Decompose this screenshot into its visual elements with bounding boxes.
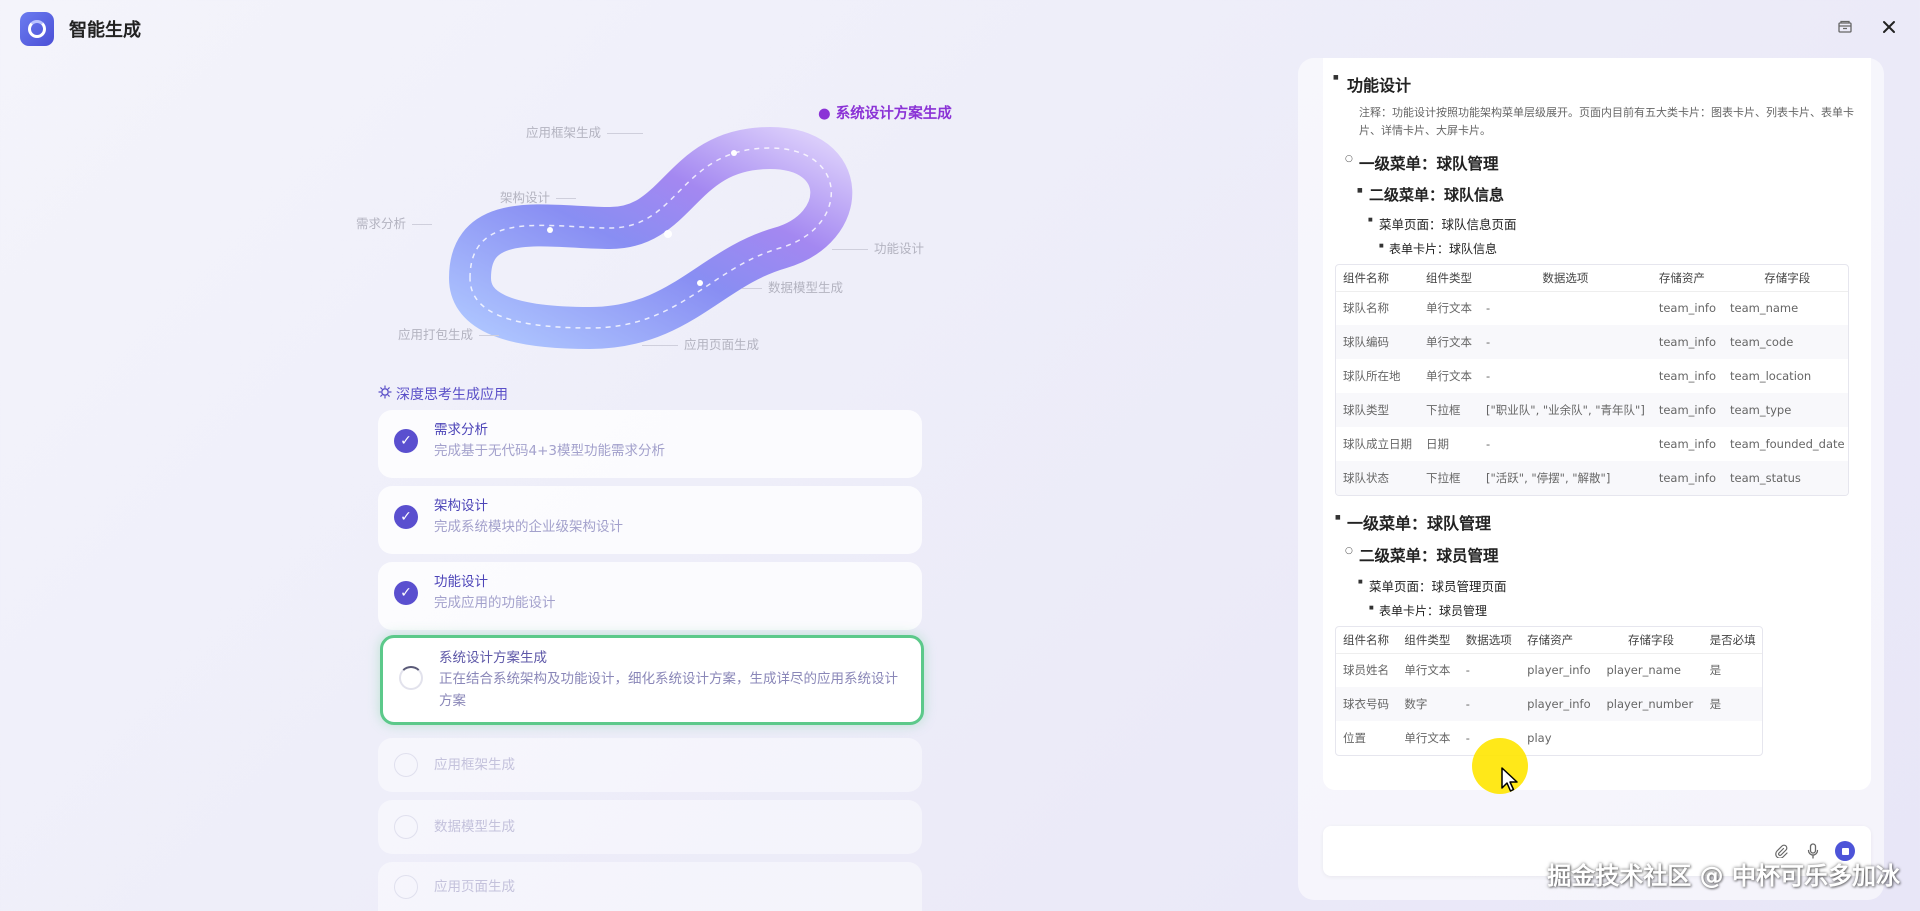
step-title: 功能设计 (434, 574, 488, 590)
app-title: 智能生成 (69, 20, 141, 41)
team-info-table: 组件名称 组件类型 数据选项 存储资产 存储字段 球队名称 单行文本 - team_i… (1335, 264, 1849, 496)
menu-level1: 一级菜单：球队管理 (1345, 152, 1857, 174)
app-logo (20, 12, 54, 46)
infinity-label-app-framework: 应用框架生成 (526, 122, 649, 141)
watermark: 掘金技术社区 @ 中杯可乐多加冰 (1547, 862, 1900, 890)
menu-level2: 二级菜单：球员管理 (1345, 544, 1857, 566)
infinity-label-requirements: 需求分析 (356, 213, 438, 232)
step-desc: 完成系统模块的企业级架构设计 (434, 519, 623, 535)
step-system-design[interactable]: 系统设计方案生成 正在结合系统架构及功能设计，细化系统设计方案，生成详尽的应用系… (380, 635, 924, 725)
step-requirements[interactable]: ✓ 需求分析 完成基于无代码4+3模型功能需求分析 (378, 410, 922, 478)
doc-heading: 功能设计 (1333, 72, 1857, 96)
menu-page: 菜单页面：球队信息页面 (1368, 214, 1857, 233)
step-architecture[interactable]: ✓ 架构设计 完成系统模块的企业级架构设计 (378, 486, 922, 554)
step-title: 需求分析 (434, 422, 488, 438)
table-header: 组件类型 (1397, 627, 1459, 654)
mouse-pointer-icon (1501, 767, 1518, 792)
infinity-label-function-design: 功能设计 (826, 238, 924, 257)
step-title: 应用页面生成 (434, 879, 515, 895)
archive-icon[interactable] (1834, 16, 1856, 38)
step-desc: 正在结合系统架构及功能设计，细化系统设计方案，生成详尽的应用系统设计方案 (439, 671, 898, 709)
check-icon: ✓ (394, 505, 418, 529)
infinity-label-app-packaging: 应用打包生成 (398, 324, 505, 343)
table-row: 位置 单行文本 - play (1343, 731, 1552, 745)
bulb-icon (378, 385, 392, 403)
table-header: 组件类型 (1419, 265, 1479, 292)
title-bar: 智能生成 (0, 0, 1920, 58)
table-row: 球队成立日期 日期 - team_info team_founded_date (1343, 437, 1845, 451)
doc-note: 注释：功能设计按照功能架构菜单层级展开。页面内目前有五大类卡片：图表卡片、列表卡… (1359, 106, 1854, 137)
player-table: 组件名称 组件类型 数据选项 存储资产 存储字段 是否必填 球员姓名 单行文本 - p… (1335, 626, 1763, 756)
check-icon: ✓ (394, 429, 418, 453)
design-document[interactable]: 功能设计 注释：功能设计按照功能架构菜单层级展开。页面内目前有五大类卡片：图表卡… (1323, 58, 1871, 790)
form-card: 表单卡片：球员管理 (1369, 602, 1857, 619)
loading-spinner-icon (399, 666, 423, 690)
progress-area: ● 系统设计方案生成 应用框架生成 架构设计 需求分析 功能设计 数据模型生成 … (0, 58, 1290, 911)
table-header: 存储资产 (1520, 627, 1600, 654)
infinity-label-architecture: 架构设计 (500, 187, 582, 206)
infinity-diagram: ● 系统设计方案生成 应用框架生成 架构设计 需求分析 功能设计 数据模型生成 … (350, 78, 990, 398)
step-function-design[interactable]: ✓ 功能设计 完成应用的功能设计 (378, 562, 922, 630)
table-header: 组件名称 (1336, 627, 1398, 654)
table-header: 数据选项 (1458, 627, 1521, 654)
step-title: 应用框架生成 (434, 757, 515, 773)
table-row: 球队状态 下拉框 ["活跃", "停摆", "解散"] team_info team_s… (1336, 461, 1848, 495)
pending-circle-icon (394, 753, 418, 777)
step-title: 系统设计方案生成 (439, 650, 547, 666)
table-header: 是否必填 (1702, 627, 1762, 654)
step-title: 数据模型生成 (434, 819, 515, 835)
table-row: 球队编码 单行文本 - team_info team_code (1336, 325, 1848, 359)
table-row: 球员姓名 单行文本 - player_info player_name 是 (1343, 663, 1722, 678)
step-data-model: 数据模型生成 (378, 800, 922, 854)
close-icon[interactable] (1878, 16, 1900, 38)
table-header: 存储字段 (1723, 265, 1848, 292)
table-row: 球队类型 下拉框 ["职业队", "业余队", "青年队"] team_info tea… (1336, 393, 1848, 427)
check-icon: ✓ (394, 581, 418, 605)
menu-page: 菜单页面：球员管理页面 (1358, 576, 1857, 595)
form-card: 表单卡片：球队信息 (1379, 240, 1857, 257)
step-desc: 完成基于无代码4+3模型功能需求分析 (434, 443, 665, 459)
step-desc: 完成应用的功能设计 (434, 595, 556, 611)
section-title: 深度思考生成应用 (378, 384, 508, 404)
pending-circle-icon (394, 875, 418, 899)
table-row: 球队所在地 单行文本 - team_info team_location (1343, 369, 1812, 383)
stop-icon (1841, 847, 1849, 855)
pending-circle-icon (394, 815, 418, 839)
step-app-page: 应用页面生成 (378, 862, 922, 911)
infinity-label-data-model: 数据模型生成 (736, 277, 843, 296)
table-header: 存储资产 (1651, 265, 1723, 292)
table-row: 球衣号码 数字 - player_info player_number 是 (1336, 687, 1762, 721)
table-header: 数据选项 (1479, 265, 1652, 292)
title-bar-actions (1834, 16, 1900, 38)
step-app-framework: 应用框架生成 (378, 738, 922, 792)
section-title-text: 深度思考生成应用 (396, 387, 508, 403)
table-row: 球队名称 单行文本 - team_info team_name (1343, 301, 1799, 316)
table-header: 存储字段 (1599, 627, 1703, 654)
table-header: 组件名称 (1336, 265, 1419, 292)
step-title: 架构设计 (434, 498, 488, 514)
menu-level2: 二级菜单：球队信息 (1357, 184, 1857, 205)
infinity-label-system-design: ● 系统设计方案生成 (818, 106, 952, 122)
menu-level1: 一级菜单：球队管理 (1335, 510, 1857, 534)
infinity-label-app-page: 应用页面生成 (636, 334, 759, 353)
